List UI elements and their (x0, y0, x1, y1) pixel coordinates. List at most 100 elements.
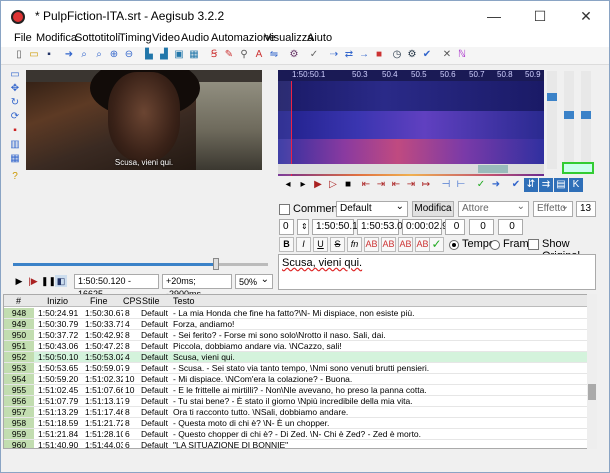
close-button[interactable]: ✕ (563, 1, 609, 31)
table-row[interactable]: 959 1:51:21.84 1:51:28.10 6 Default - Questo … (4, 429, 596, 440)
table-row[interactable]: 952 1:50:50.10 1:50:53.02 4 Default Scusa, vi… (4, 352, 596, 363)
options-icon[interactable]: ⚙ (406, 49, 418, 61)
autocommit-icon[interactable]: ✔ (509, 178, 523, 192)
table-row[interactable]: 954 1:50:59.20 1:51:02.32 10 Default - Mi dis… (4, 374, 596, 385)
play-line-icon[interactable]: ▷ (326, 178, 340, 192)
audio-volume-slider[interactable] (564, 71, 574, 169)
translation-icon[interactable]: ⇢ (328, 49, 340, 61)
video-seek-bar[interactable] (13, 258, 268, 270)
zoom-in-icon[interactable]: ⊕ (108, 49, 120, 61)
video-frame-icon[interactable]: ▣ (173, 49, 185, 61)
slider-knob[interactable] (547, 93, 557, 101)
spell-check-icon[interactable]: ✓ (308, 49, 320, 61)
margin-vertical-field[interactable]: 0 (498, 219, 523, 235)
clock-icon[interactable]: ◷ (391, 49, 403, 61)
primary-color-button[interactable]: AB (364, 237, 379, 252)
fonts-collector-icon[interactable]: A (253, 49, 265, 61)
automation-icon[interactable]: ⚙ (288, 49, 300, 61)
scale-tool-icon[interactable]: ▪ (9, 125, 21, 137)
frame-mode-radio[interactable] (490, 240, 500, 250)
layer-spin[interactable]: ⇕ (297, 219, 309, 235)
snap-end-icon[interactable]: ▟ (158, 49, 170, 61)
go-to-icon[interactable]: ➜ (489, 178, 503, 192)
kanji-timer-icon[interactable]: → (358, 49, 370, 61)
open-file-icon[interactable]: ▭ (28, 49, 40, 61)
commit-button[interactable]: ✓ (429, 237, 444, 252)
column-header-text[interactable]: Testo (173, 295, 195, 307)
link-sliders-toggle[interactable] (562, 162, 594, 174)
menu-sottotitoli[interactable]: Sottotitoli (75, 32, 120, 44)
play-line-video-icon[interactable]: |▶ (27, 275, 39, 287)
play-before-icon[interactable]: ⇤ (359, 178, 373, 192)
bold-button[interactable]: B (279, 237, 294, 252)
play-icon[interactable]: ▶ (13, 275, 25, 287)
margin-value-field[interactable]: 13 (576, 201, 596, 217)
video-display[interactable]: Scusa, vieni qui. (26, 70, 262, 170)
seek-knob[interactable] (213, 258, 219, 270)
column-header-start[interactable]: Inizio (47, 295, 68, 307)
find-icon[interactable]: ⌕ (78, 49, 90, 61)
effect-select[interactable]: Effetto (533, 200, 573, 217)
menu-video[interactable]: Video (152, 32, 180, 44)
vertical-zoom-slider[interactable] (581, 71, 591, 169)
style-select[interactable]: Default (336, 200, 408, 217)
column-header-cps[interactable]: CPS (123, 295, 142, 307)
comment-checkbox[interactable] (279, 204, 290, 215)
pause-icon[interactable]: ❚❚ (41, 275, 56, 287)
vector-clip-icon[interactable]: ▦ (9, 153, 21, 165)
play-selection-icon[interactable]: ▶ (311, 178, 325, 192)
attachments-icon[interactable]: ⚲ (238, 49, 250, 61)
save-icon[interactable]: ▪ (43, 49, 55, 61)
play-after-icon[interactable]: ⇥ (404, 178, 418, 192)
tools-icon[interactable]: ✕ (441, 49, 453, 61)
end-time-field[interactable]: 1:50:53.02 (357, 219, 408, 235)
slider-knob[interactable] (581, 111, 591, 119)
actor-select[interactable]: Attore (458, 200, 529, 217)
secondary-color-button[interactable]: AB (381, 237, 396, 252)
commit-icon[interactable]: ✓ (474, 178, 488, 192)
minimize-button[interactable]: — (471, 1, 517, 31)
column-header-style[interactable]: Stile (142, 295, 160, 307)
margin-left-field[interactable]: 0 (445, 219, 465, 235)
column-header-end[interactable]: Fine (90, 295, 108, 307)
grid-scrollbar[interactable] (587, 294, 597, 449)
karaoke-mode-icon[interactable]: K (569, 178, 583, 192)
column-header-number[interactable]: # (16, 295, 21, 307)
replace-icon[interactable]: ⌕ (93, 49, 105, 61)
video-zoom-select[interactable]: 50% (235, 273, 273, 289)
new-file-icon[interactable]: ▯ (13, 49, 25, 61)
jump-to-icon[interactable]: ➜ (63, 49, 75, 61)
subtitle-text-editor[interactable]: Scusa, vieni qui. (278, 254, 596, 290)
audio-scroll-thumb[interactable] (478, 165, 508, 173)
table-row[interactable]: 951 1:50:43.06 1:50:47.23 8 Default Piccola, … (4, 341, 596, 352)
font-button[interactable]: fn (347, 237, 362, 252)
help-icon[interactable]: ? (9, 171, 21, 183)
strikeout-button[interactable]: S (330, 237, 345, 252)
audio-scrollbar[interactable] (278, 164, 544, 174)
autonext-icon[interactable]: ⇉ (539, 178, 553, 192)
lead-out-icon[interactable]: ⊢ (454, 178, 468, 192)
table-row[interactable]: 955 1:51:02.45 1:51:07.66 10 Default - E le f… (4, 385, 596, 396)
selection-marker[interactable] (278, 81, 292, 176)
drag-tool-icon[interactable]: ✥ (9, 83, 21, 95)
table-row[interactable]: 950 1:50:37.72 1:50:42.93 8 Default - Sei fer… (4, 330, 596, 341)
shift-times-icon[interactable]: ▦ (188, 49, 200, 61)
margin-right-field[interactable]: 0 (469, 219, 494, 235)
duration-field[interactable]: 0:00:02.92 (402, 219, 453, 235)
italic-button[interactable]: I (296, 237, 311, 252)
table-row[interactable]: 960 1:51:40.90 1:51:44.03 6 Default "LA SITUA… (4, 440, 596, 448)
play-after-start-icon[interactable]: ⇥ (374, 178, 388, 192)
clip-tool-icon[interactable]: ▥ (9, 139, 21, 151)
audio-zoom-slider[interactable] (547, 71, 557, 169)
audio-spectrum[interactable]: 1:50:50.1 50.3 50.4 50.5 50.6 50.7 50.8 … (278, 70, 544, 176)
menu-modifica[interactable]: Modifica (36, 32, 77, 44)
next-line-icon[interactable]: ▸ (296, 178, 310, 192)
styles-manager-icon[interactable]: Ꞩ (208, 49, 220, 61)
menu-audio[interactable]: Audio (181, 32, 209, 44)
snap-start-icon[interactable]: ▙ (143, 49, 155, 61)
table-row[interactable]: 953 1:50:53.65 1:50:59.07 9 Default - Scusa. … (4, 363, 596, 374)
video-time-field[interactable]: 1:50:50.120 - 16625 (74, 274, 159, 299)
stop-audio-icon[interactable]: ■ (341, 178, 355, 192)
n-ass-icon[interactable]: ℕ (456, 49, 468, 61)
standard-tool-icon[interactable]: ▭ (9, 69, 21, 81)
